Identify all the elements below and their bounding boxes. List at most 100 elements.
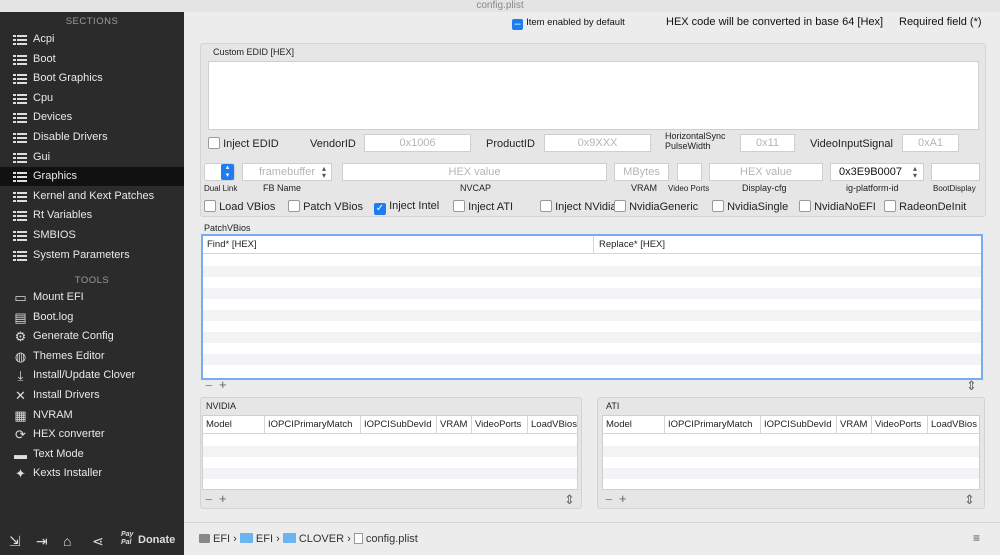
radeondeinit-checkbox[interactable]: RadeonDeInit bbox=[884, 200, 966, 213]
tool-item-install-update-clover[interactable]: ⤓ Install/Update Clover bbox=[0, 366, 184, 385]
video-ports-input[interactable] bbox=[677, 163, 702, 181]
patch-resize-icon[interactable]: ⇕ bbox=[966, 378, 977, 394]
boot-display-input[interactable] bbox=[931, 163, 980, 181]
column-header[interactable]: IOPCIPrimaryMatch bbox=[664, 416, 752, 433]
column-header[interactable]: IOPCISubDevId bbox=[760, 416, 832, 433]
ati-add-button[interactable]: + bbox=[619, 491, 627, 506]
column-header[interactable]: LoadVBios bbox=[927, 416, 977, 433]
nvcap-input[interactable]: HEX value bbox=[342, 163, 607, 181]
paypal-icon[interactable]: Pay Pal bbox=[121, 531, 135, 547]
nvidia-resize-icon[interactable]: ⇕ bbox=[564, 492, 575, 508]
sidebar-item-boot[interactable]: Boot bbox=[0, 50, 184, 69]
sidebar-item-devices[interactable]: Devices bbox=[0, 108, 184, 127]
column-header[interactable]: IOPCISubDevId bbox=[360, 416, 432, 433]
hsync-input[interactable]: 0x11 bbox=[740, 134, 795, 152]
nvidia-add-button[interactable]: + bbox=[219, 491, 227, 506]
sidebar-item-boot-graphics[interactable]: Boot Graphics bbox=[0, 69, 184, 88]
inject-edid-checkbox[interactable]: Inject EDID bbox=[208, 137, 279, 150]
export-icon[interactable]: ⇥ bbox=[36, 533, 48, 550]
tool-item-boot-log[interactable]: ▤ Boot.log bbox=[0, 308, 184, 327]
tool-item-nvram[interactable]: ▦ NVRAM bbox=[0, 406, 184, 425]
inject-intel-checkbox[interactable]: ✓ Inject Intel bbox=[374, 200, 439, 215]
checkbox-box[interactable] bbox=[799, 200, 811, 212]
breadcrumb-item[interactable]: config.plist bbox=[366, 533, 418, 545]
sidebar-item-kernel-and-kext-patches[interactable]: Kernel and Kext Patches bbox=[0, 187, 184, 206]
list-icon bbox=[13, 210, 27, 222]
sidebar-item-rt-variables[interactable]: Rt Variables bbox=[0, 206, 184, 225]
video-input-signal-input[interactable]: 0xA1 bbox=[902, 134, 959, 152]
nvidiasingle-checkbox[interactable]: NvidiaSingle bbox=[712, 200, 788, 213]
inject-ati-checkbox[interactable]: Inject ATI bbox=[453, 200, 513, 213]
tool-item-install-drivers[interactable]: ✕ Install Drivers bbox=[0, 386, 184, 405]
sidebar-item-label: Boot bbox=[33, 52, 56, 65]
column-header[interactable]: VideoPorts bbox=[871, 416, 921, 433]
sidebar-item-acpi[interactable]: Acpi bbox=[0, 30, 184, 49]
tool-item-mount-efi[interactable]: ▭ Mount EFI bbox=[0, 288, 184, 307]
ati-table[interactable]: Model IOPCIPrimaryMatch IOPCISubDevId VRAM V… bbox=[602, 415, 980, 490]
custom-edid-input[interactable] bbox=[208, 61, 979, 130]
checkbox-box[interactable] bbox=[288, 200, 300, 212]
column-header[interactable]: VRAM bbox=[436, 416, 467, 433]
column-header[interactable]: Model bbox=[606, 416, 632, 433]
sidebar-item-label: Graphics bbox=[33, 170, 78, 183]
dual-link-stepper[interactable]: ▴ ▾ bbox=[204, 163, 235, 181]
ati-resize-icon[interactable]: ⇕ bbox=[964, 492, 975, 508]
ig-platform-id-input[interactable]: 0x3E9B0007 bbox=[830, 163, 924, 181]
fb-name-input[interactable]: framebuffer bbox=[242, 163, 332, 181]
patch-add-button[interactable]: + bbox=[219, 377, 227, 392]
tool-item-text-mode[interactable]: ▬ Text Mode bbox=[0, 445, 184, 464]
fb-name-select-icon[interactable]: ▴ ▾ bbox=[322, 165, 326, 180]
inject-nvidia-checkbox[interactable]: Inject NVidia bbox=[540, 200, 617, 213]
nvidianoefi-checkbox[interactable]: NvidiaNoEFI bbox=[799, 200, 876, 213]
sidebar-item-smbios[interactable]: SMBIOS bbox=[0, 226, 184, 245]
breadcrumb-item[interactable]: EFI bbox=[213, 533, 230, 545]
patchvbios-table[interactable]: Find* [HEX] Replace* [HEX] bbox=[201, 234, 983, 380]
column-header[interactable]: VideoPorts bbox=[471, 416, 521, 433]
vram-input[interactable]: MBytes bbox=[614, 163, 669, 181]
product-id-input[interactable]: 0x9XXX bbox=[544, 134, 651, 152]
menu-icon[interactable]: ≡ bbox=[973, 531, 980, 545]
checkbox-box[interactable]: ✓ bbox=[374, 203, 386, 215]
patch-vbios-checkbox[interactable]: Patch VBios bbox=[288, 200, 363, 213]
patch-remove-button[interactable]: − bbox=[205, 378, 213, 393]
import-icon[interactable]: ⇲ bbox=[9, 533, 21, 550]
checkbox-box[interactable] bbox=[453, 200, 465, 212]
tool-item-hex-converter[interactable]: ⟳ HEX converter bbox=[0, 425, 184, 444]
display-cfg-input[interactable]: HEX value bbox=[709, 163, 823, 181]
ati-remove-button[interactable]: − bbox=[605, 492, 613, 507]
stepper-arrows-icon[interactable]: ▴ ▾ bbox=[221, 164, 234, 180]
column-header[interactable]: IOPCIPrimaryMatch bbox=[264, 416, 352, 433]
vendor-id-input[interactable]: 0x1006 bbox=[364, 134, 471, 152]
breadcrumb-item[interactable]: CLOVER bbox=[299, 533, 344, 545]
column-header[interactable]: LoadVBios bbox=[527, 416, 577, 433]
checkbox-box[interactable] bbox=[884, 200, 896, 212]
platform-id-select-icon[interactable]: ▴ ▾ bbox=[913, 165, 917, 180]
sidebar-item-graphics[interactable]: Graphics bbox=[0, 167, 184, 187]
share-icon[interactable]: ⋖ bbox=[92, 533, 104, 550]
tool-item-kexts-installer[interactable]: ✦ Kexts Installer bbox=[0, 464, 184, 483]
sidebar-item-disable-drivers[interactable]: Disable Drivers bbox=[0, 128, 184, 147]
column-header[interactable]: VRAM bbox=[836, 416, 867, 433]
checkbox-label: Load VBios bbox=[219, 201, 276, 213]
nvidia-table[interactable]: Model IOPCIPrimaryMatch IOPCISubDevId VRAM V… bbox=[202, 415, 578, 490]
replace-column-header[interactable]: Replace* [HEX] bbox=[599, 236, 665, 253]
nvidiageneric-checkbox[interactable]: NvidiaGeneric bbox=[614, 200, 698, 213]
tool-item-generate-config[interactable]: ⚙ Generate Config bbox=[0, 327, 184, 346]
column-header[interactable]: Model bbox=[206, 416, 232, 433]
breadcrumb-item[interactable]: EFI bbox=[256, 533, 273, 545]
home-icon[interactable]: ⌂ bbox=[63, 533, 71, 549]
checkbox-box[interactable] bbox=[712, 200, 724, 212]
sidebar-item-system-parameters[interactable]: System Parameters bbox=[0, 246, 184, 265]
donate-button[interactable]: Donate bbox=[138, 534, 175, 546]
find-column-header[interactable]: Find* [HEX] bbox=[207, 236, 257, 253]
nvidia-remove-button[interactable]: − bbox=[205, 492, 213, 507]
checkbox-box[interactable] bbox=[204, 200, 216, 212]
custom-edid-label: Custom EDID [HEX] bbox=[213, 47, 295, 57]
tool-item-themes-editor[interactable]: ◍ Themes Editor bbox=[0, 347, 184, 366]
sidebar-item-gui[interactable]: Gui bbox=[0, 148, 184, 167]
checkbox-box[interactable] bbox=[614, 200, 626, 212]
refresh-icon: ⟳ bbox=[15, 427, 26, 443]
sidebar-item-cpu[interactable]: Cpu bbox=[0, 89, 184, 108]
checkbox-box[interactable] bbox=[540, 200, 552, 212]
load-vbios-checkbox[interactable]: Load VBios bbox=[204, 200, 275, 213]
